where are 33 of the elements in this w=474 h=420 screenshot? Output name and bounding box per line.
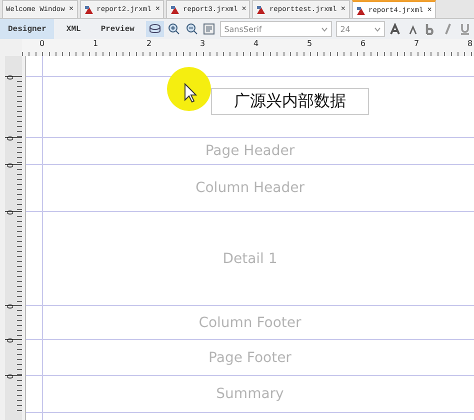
close-icon[interactable]: × — [242, 5, 246, 14]
band-label: Page Header — [205, 143, 295, 159]
view-tab[interactable]: XML — [58, 19, 89, 39]
ruler-segment: 0 — [5, 211, 22, 305]
chevron-down-icon — [374, 26, 381, 32]
ruler-segment: 0 — [5, 375, 22, 412]
ruler-segment: 0 — [5, 305, 22, 339]
band-label: Summary — [216, 386, 284, 402]
cursor-highlight-icon — [166, 66, 212, 112]
font-size-field[interactable]: 24 — [336, 21, 385, 37]
database-icon[interactable] — [146, 21, 164, 37]
view-tab[interactable]: Preview — [92, 19, 142, 39]
zoom-out-icon[interactable] — [185, 21, 199, 37]
document-icon[interactable] — [202, 21, 216, 37]
band-label: Column Header — [195, 180, 305, 196]
font-family-field[interactable]: SansSerif — [220, 21, 332, 37]
close-icon[interactable]: × — [68, 5, 74, 14]
close-icon[interactable]: × — [340, 5, 346, 14]
ruler-segment: 0 — [5, 137, 22, 164]
zoom-in-icon[interactable] — [168, 21, 182, 37]
grow-font-icon[interactable] — [388, 21, 402, 37]
ruler-segment: 0 — [5, 339, 22, 375]
static-text-field[interactable]: 广源兴内部数据 — [211, 88, 369, 114]
close-icon[interactable]: × — [155, 5, 160, 14]
band-label: Column Footer — [198, 314, 302, 330]
close-icon[interactable]: × — [427, 6, 432, 15]
ruler-segment: 0 — [5, 76, 22, 137]
chevron-down-icon — [321, 26, 328, 32]
horizontal-ruler: 0 1 2 3 4 5 6 7 8 — [22, 39, 474, 56]
band-label: Detail 1 — [222, 250, 278, 266]
band-label: Page Footer — [208, 350, 292, 366]
view-tab[interactable]: Designer — [0, 19, 54, 39]
ruler-segment: 0 — [5, 164, 22, 211]
